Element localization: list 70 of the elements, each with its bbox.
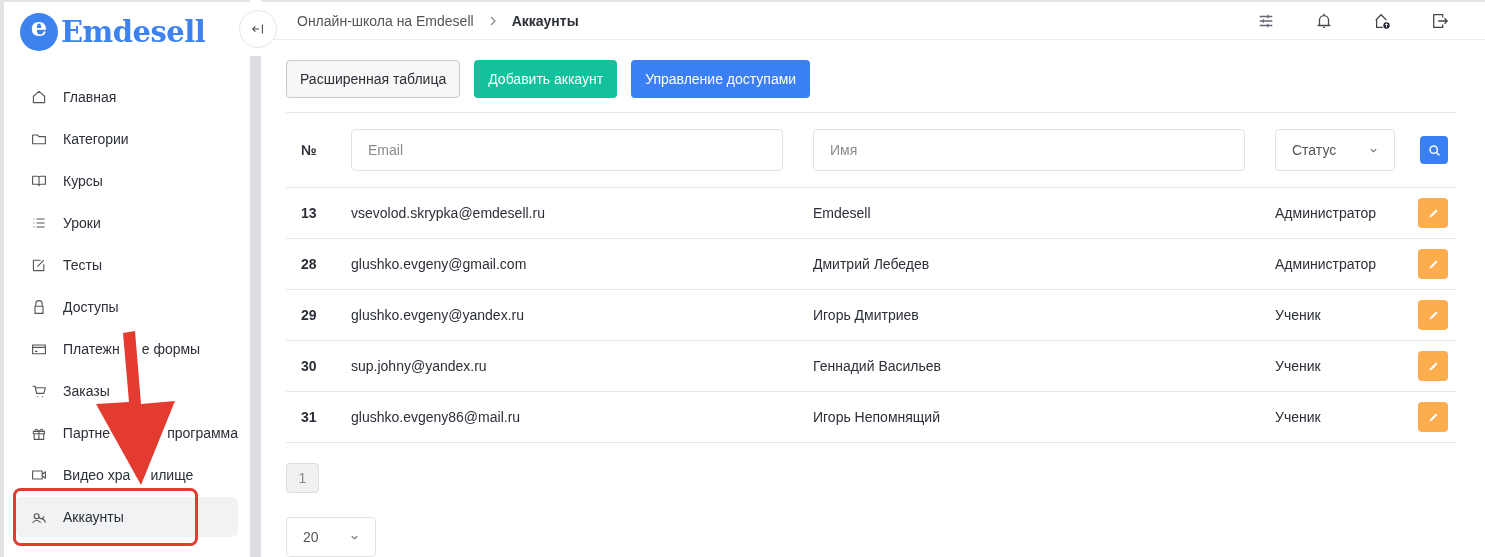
menu-item-icon: [31, 89, 47, 105]
sidebar-item[interactable]: Партне программа: [16, 413, 238, 453]
home-upload-icon[interactable]: [1373, 11, 1391, 30]
edit-button[interactable]: [1418, 198, 1448, 228]
sidebar-item[interactable]: Главная: [16, 77, 238, 117]
menu-item-icon: [31, 173, 47, 189]
search-button[interactable]: [1420, 136, 1448, 164]
table-cell: Ученик: [1275, 358, 1321, 374]
scrollbar-track[interactable]: [250, 56, 261, 557]
menu-item-label: илище: [150, 467, 194, 483]
menu-item-icon: [31, 131, 47, 147]
breadcrumb-link[interactable]: Онлайн-школа на Emdesell: [297, 12, 474, 29]
menu-item-icon: [31, 341, 47, 357]
table-cell: 31: [301, 409, 317, 425]
table-cell: 30: [301, 358, 317, 374]
page-size-select[interactable]: 20: [286, 517, 376, 557]
table-cell: Администратор: [1275, 256, 1376, 272]
search-icon: [1427, 143, 1441, 157]
table-cell: vsevolod.skrypka@emdesell.ru: [351, 205, 545, 221]
table-cell: Дмитрий Лебедев: [813, 256, 930, 272]
table-cell: Геннадий Васильев: [813, 358, 941, 374]
table-cell: glushko.evgeny@gmail.com: [351, 256, 527, 272]
menu-item-icon: [31, 383, 47, 399]
toolbar-button[interactable]: Управление доступами: [631, 60, 811, 98]
menu-item-label: Видео хра: [63, 467, 131, 483]
menu-item-label: Платежн: [63, 341, 120, 357]
collapse-sidebar-button[interactable]: [239, 10, 277, 48]
toolbar-button[interactable]: Расширенная таблица: [286, 60, 461, 98]
edit-button[interactable]: [1418, 300, 1448, 330]
status-select[interactable]: Статус: [1275, 129, 1395, 171]
logo-text: Emdesell: [61, 15, 206, 49]
logo-icon: e: [20, 13, 58, 51]
menu-item-icon: [31, 215, 47, 231]
table-cell: Ученик: [1275, 409, 1321, 425]
sidebar-item[interactable]: Категории: [16, 119, 238, 159]
menu-item-icon: [31, 467, 47, 483]
table-cell: sup.johny@yandex.ru: [351, 358, 487, 374]
menu-item-icon: [31, 257, 47, 273]
edit-button[interactable]: [1418, 351, 1448, 381]
filter-input-field[interactable]: Имя: [813, 129, 1245, 171]
collapse-icon: [251, 22, 265, 36]
table-cell: 28: [301, 256, 317, 272]
sidebar-item[interactable]: Уроки: [16, 203, 238, 243]
table-cell: Emdesell: [813, 205, 871, 221]
menu-item-icon: [31, 299, 47, 315]
table-cell: Игорь Дмитриев: [813, 307, 919, 323]
filter-input-field[interactable]: Email: [351, 129, 783, 171]
sidebar-item[interactable]: Заказы: [16, 371, 238, 411]
sidebar-item[interactable]: Тесты: [16, 245, 238, 285]
sidebar-item[interactable]: Курсы: [16, 161, 238, 201]
menu-item-label: программа: [167, 425, 238, 441]
edit-button[interactable]: [1418, 402, 1448, 432]
table-cell: glushko.evgeny86@mail.ru: [351, 409, 521, 425]
bell-icon[interactable]: [1315, 11, 1333, 30]
edit-button[interactable]: [1418, 249, 1448, 279]
menu-item-label: Партне: [62, 425, 111, 441]
table-cell: 13: [301, 205, 317, 221]
logout-icon[interactable]: [1431, 11, 1449, 30]
menu-item-label: е формы: [141, 341, 201, 357]
sidebar-item[interactable]: Доступы: [16, 287, 238, 327]
sidebar-item[interactable]: Аккаунты: [16, 497, 238, 537]
sidebar-item[interactable]: Платежн е формы: [16, 329, 238, 369]
table-cell: glushko.evgeny@yandex.ru: [351, 307, 524, 323]
column-header: №: [301, 142, 317, 158]
breadcrumb-current: Аккаунты: [511, 12, 579, 29]
table-cell: Администратор: [1275, 205, 1376, 221]
table-cell: 29: [301, 307, 317, 323]
table-cell: Игорь Непомнящий: [813, 409, 940, 425]
table-cell: Ученик: [1275, 307, 1321, 323]
sidebar-item[interactable]: Видео хра илище: [16, 455, 238, 495]
